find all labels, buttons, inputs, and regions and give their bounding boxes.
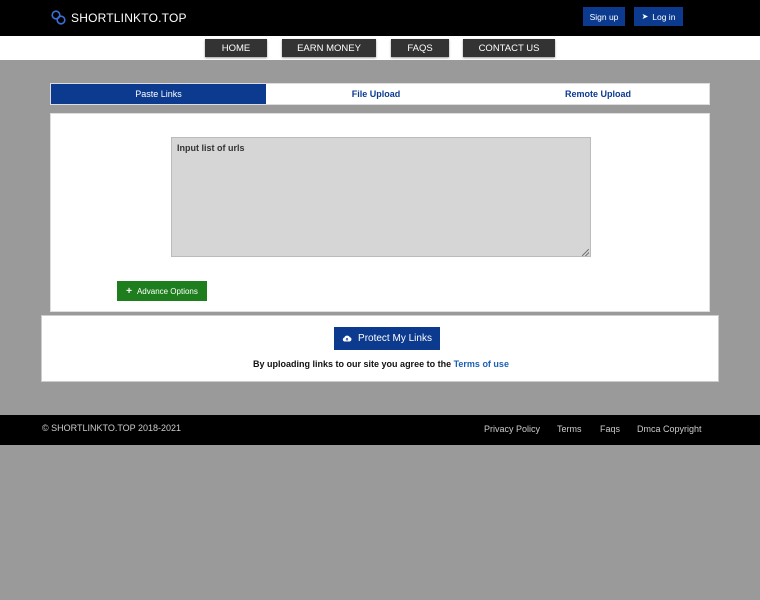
tab-remote-upload[interactable]: Remote Upload: [486, 84, 710, 104]
footer-faqs-link[interactable]: Faqs: [600, 424, 620, 434]
advance-options-label: Advance Options: [136, 286, 198, 296]
copyright-text: © SHORTLINKTO.TOP 2018-2021: [42, 423, 182, 433]
main-nav: HOME EARN MONEY FAQS CONTACT US: [0, 36, 760, 60]
footer: © SHORTLINKTO.TOP 2018-2021 Privacy Poli…: [0, 415, 760, 445]
protect-links-button[interactable]: Protect My Links: [334, 327, 440, 350]
resize-grip-icon[interactable]: [582, 249, 589, 256]
paste-links-panel: + Advance Options: [50, 113, 710, 312]
upload-tabs: Paste Links File Upload Remote Upload: [50, 83, 710, 105]
plus-icon: +: [126, 285, 132, 297]
site-logo[interactable]: SHORTLINKTO.TOP: [50, 9, 187, 26]
tab-file-upload[interactable]: File Upload: [266, 84, 486, 104]
advance-options-button[interactable]: + Advance Options: [117, 281, 207, 301]
link-chain-icon: [51, 10, 66, 25]
login-label: Log in: [652, 11, 676, 22]
protect-links-label: Protect My Links: [358, 333, 432, 344]
agree-text: By uploading links to our site you agree…: [253, 359, 452, 369]
protect-section: Protect My Links By uploading links to o…: [41, 315, 719, 382]
terms-agreement: By uploading links to our site you agree…: [42, 359, 720, 369]
terms-of-use-link[interactable]: Terms of use: [454, 359, 509, 369]
nav-earn-money[interactable]: EARN MONEY: [282, 39, 376, 57]
nav-contact-us[interactable]: CONTACT US: [463, 39, 555, 57]
tab-paste-links[interactable]: Paste Links: [51, 84, 266, 104]
cloud-upload-icon: [342, 335, 352, 342]
nav-faqs[interactable]: FAQS: [391, 39, 449, 57]
footer-dmca-link[interactable]: Dmca Copyright: [637, 424, 702, 434]
sign-in-icon: ➤: [641, 12, 649, 21]
footer-terms-link[interactable]: Terms: [557, 424, 582, 434]
logo-text: SHORTLINKTO.TOP: [71, 10, 187, 25]
footer-privacy-link[interactable]: Privacy Policy: [484, 424, 540, 434]
urls-input[interactable]: [171, 137, 591, 257]
login-button[interactable]: ➤ Log in: [634, 7, 683, 26]
top-bar: SHORTLINKTO.TOP Sign up ➤ Log in: [0, 0, 760, 36]
signup-button[interactable]: Sign up: [583, 7, 625, 26]
nav-home[interactable]: HOME: [205, 39, 267, 57]
